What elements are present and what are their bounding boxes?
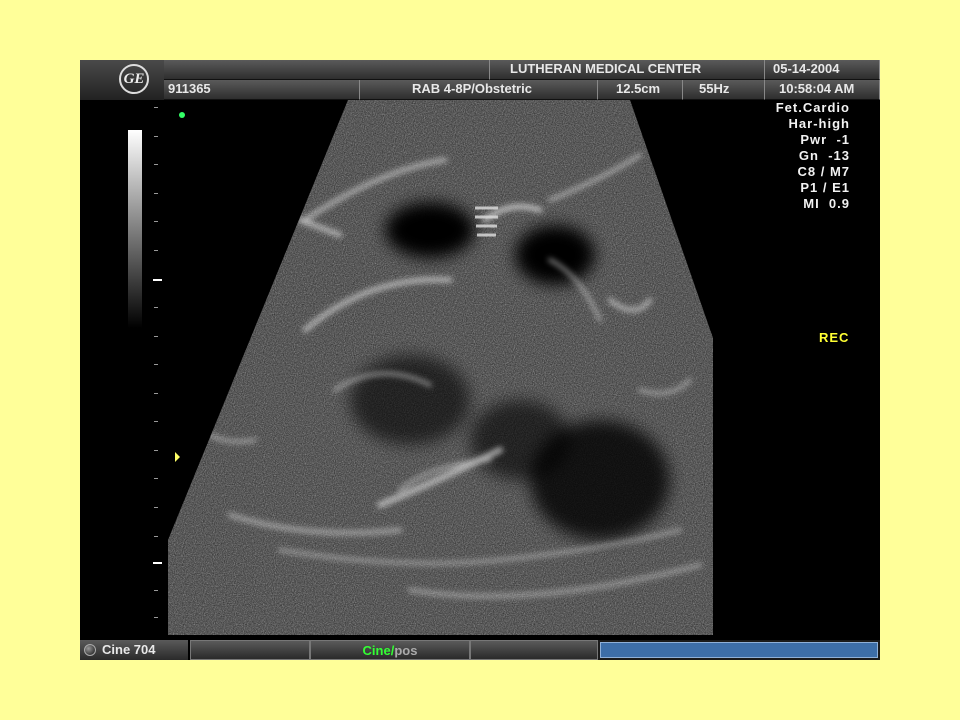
patient-id: 911365	[164, 80, 360, 100]
depth-tick-major	[153, 279, 162, 281]
param-harmonic: Har-high	[788, 116, 850, 131]
cine-counter[interactable]: Cine 704	[80, 640, 188, 660]
facility-name: LUTHERAN MEDICAL CENTER	[490, 60, 765, 80]
cine-progress-track[interactable]	[598, 640, 880, 660]
frame-rate-readout: 55Hz	[683, 80, 765, 100]
depth-tick	[154, 336, 158, 337]
ultrasound-screen: GE LUTHERAN MEDICAL CENTER 05-14-2004 91…	[80, 60, 880, 660]
focus-marker-icon	[175, 452, 180, 462]
depth-tick	[154, 164, 158, 165]
grayscale-bar	[128, 130, 142, 328]
depth-tick	[154, 617, 158, 618]
cine-progress-fill	[600, 642, 878, 658]
depth-tick	[154, 250, 158, 251]
depth-readout: 12.5cm	[598, 80, 683, 100]
probe-preset: RAB 4-8P/Obstetric	[360, 80, 598, 100]
depth-tick	[154, 421, 158, 422]
depth-tick	[154, 221, 158, 222]
ultrasound-image	[168, 100, 713, 635]
depth-tick	[154, 136, 158, 137]
depth-tick	[154, 536, 158, 537]
param-map: C8 / M7	[797, 164, 850, 179]
cine-knob-icon	[84, 644, 96, 656]
cine-counter-label: Cine 704	[102, 642, 156, 657]
depth-tick	[154, 590, 158, 591]
cine-pos-softkey[interactable]: Cine/pos	[310, 640, 470, 660]
orientation-dot-icon	[179, 112, 185, 118]
param-power: Pwr -1	[800, 132, 850, 147]
cine-word: Cine	[362, 643, 391, 658]
exam-date: 05-14-2004	[765, 60, 880, 80]
depth-tick	[154, 307, 158, 308]
param-preset: Fet.Cardio	[775, 100, 850, 115]
depth-tick	[154, 393, 158, 394]
depth-tick	[154, 450, 158, 451]
param-mechanical-index: MI 0.9	[803, 196, 850, 211]
depth-tick	[154, 364, 158, 365]
header-blank	[164, 60, 490, 80]
depth-tick	[154, 507, 158, 508]
exam-time: 10:58:04 AM	[765, 80, 880, 100]
scan-sector	[168, 100, 713, 635]
param-gain: Gn -13	[798, 148, 850, 163]
softkey-1[interactable]	[190, 640, 310, 660]
depth-tick	[154, 193, 158, 194]
logo-panel: GE	[80, 60, 164, 100]
depth-tick	[154, 107, 158, 108]
softkey-3[interactable]	[470, 640, 598, 660]
ge-logo-icon: GE	[119, 64, 149, 94]
depth-tick	[154, 478, 158, 479]
rec-indicator: REC	[819, 330, 850, 345]
depth-tick-major	[153, 562, 162, 564]
cine-pos-word: pos	[394, 643, 418, 658]
param-persistence: P1 / E1	[800, 180, 850, 195]
